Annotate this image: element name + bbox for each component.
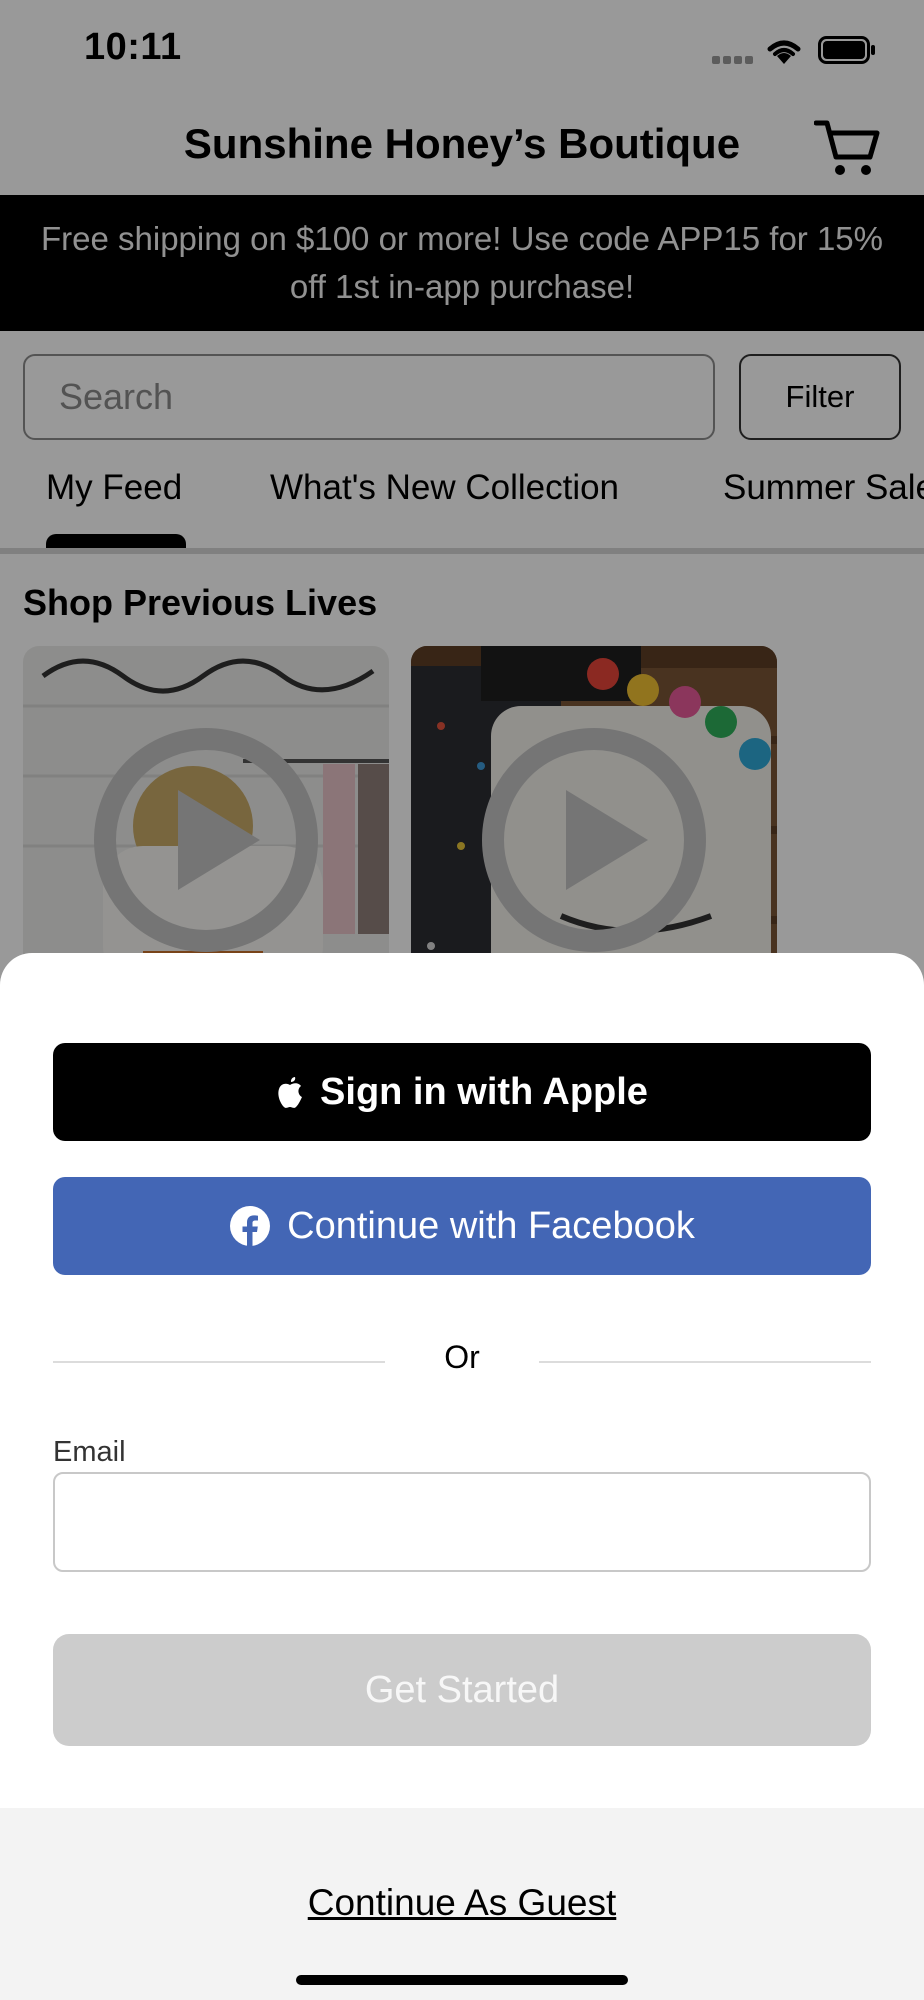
email-label: Email	[53, 1436, 126, 1468]
app-root: 10:11 Sunshine Honey’s Boutique Free shi…	[0, 0, 924, 2000]
or-divider: Or	[53, 1333, 871, 1389]
email-input[interactable]	[55, 1474, 869, 1570]
continue-with-facebook-button[interactable]: Continue with Facebook	[53, 1177, 871, 1275]
continue-as-guest-link[interactable]: Continue As Guest	[0, 1882, 924, 1924]
get-started-button[interactable]: Get Started	[53, 1634, 871, 1746]
facebook-button-label: Continue with Facebook	[287, 1204, 695, 1247]
home-indicator[interactable]	[296, 1975, 628, 1985]
sign-in-with-apple-button[interactable]: Sign in with Apple	[53, 1043, 871, 1141]
apple-logo-icon	[278, 1077, 303, 1108]
login-bottom-sheet: Sign in with Apple Continue with Faceboo…	[0, 953, 924, 2000]
guest-footer: Continue As Guest	[0, 1808, 924, 2000]
facebook-logo-icon	[230, 1206, 271, 1246]
apple-button-label: Sign in with Apple	[320, 1070, 648, 1113]
email-field[interactable]	[53, 1472, 871, 1572]
or-text: Or	[444, 1339, 480, 1375]
